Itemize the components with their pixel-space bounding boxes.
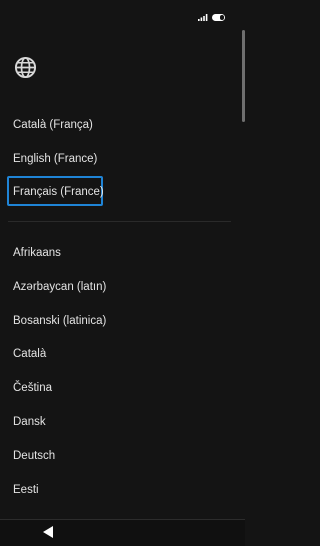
language-item-eesti[interactable]: Eesti (13, 483, 39, 497)
language-item-catala-franca[interactable]: Català (França) (13, 118, 93, 132)
language-item-english-france[interactable]: English (France) (13, 152, 97, 166)
back-triangle-icon[interactable] (42, 525, 54, 539)
scrollbar[interactable] (242, 0, 245, 546)
language-item-deutsch[interactable]: Deutsch (13, 449, 55, 463)
status-icons (198, 13, 225, 21)
language-item-dansk[interactable]: Dansk (13, 415, 46, 429)
language-item-azerbaycan[interactable]: Azərbaycan (latın) (13, 280, 106, 294)
scrollbar-thumb[interactable] (242, 30, 245, 122)
language-item-catala[interactable]: Català (13, 347, 46, 361)
battery-icon (212, 13, 225, 21)
language-item-francais-france[interactable]: Français (France) (13, 185, 104, 199)
language-item-cestina[interactable]: Čeština (13, 381, 52, 395)
navigation-bar (0, 519, 245, 546)
language-item-afrikaans[interactable]: Afrikaans (13, 246, 61, 260)
globe-icon (14, 56, 37, 79)
status-bar (0, 0, 245, 34)
signal-icon (198, 14, 208, 21)
language-item-bosanski[interactable]: Bosanski (latinica) (13, 314, 106, 328)
section-divider (8, 221, 231, 222)
